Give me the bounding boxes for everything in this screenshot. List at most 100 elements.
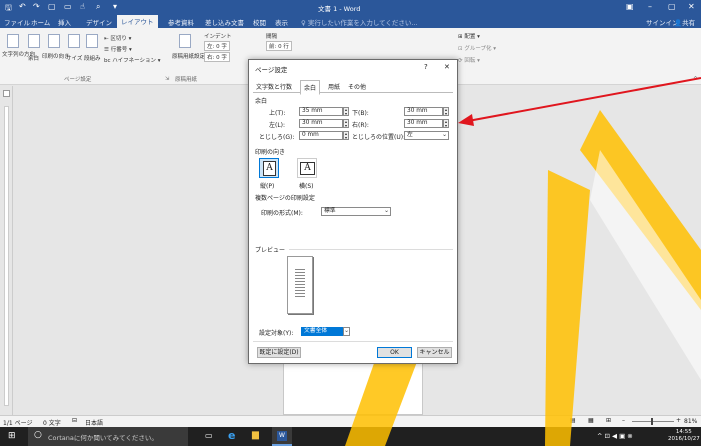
spacing-before-field[interactable]: 前: 0 行 bbox=[266, 41, 292, 51]
top-margin-input[interactable]: 35 mm bbox=[299, 107, 343, 116]
bottom-margin-spinner[interactable]: ▴ ▾ bbox=[443, 107, 449, 116]
columns-icon[interactable] bbox=[86, 34, 98, 48]
dialog-tab-paper[interactable]: 用紙 bbox=[325, 80, 343, 93]
size-icon[interactable] bbox=[68, 34, 80, 48]
minimize-icon[interactable]: – bbox=[648, 2, 652, 11]
tab-design[interactable]: デザイン bbox=[86, 17, 112, 27]
text-direction-icon[interactable] bbox=[7, 34, 19, 48]
tab-insert[interactable]: 挿入 bbox=[58, 17, 71, 27]
manuscript-icon[interactable] bbox=[179, 34, 191, 48]
zoom-thumb[interactable] bbox=[651, 418, 653, 425]
tab-file[interactable]: ファイル bbox=[4, 17, 30, 27]
text-direction-button[interactable]: 文字列の方向 bbox=[2, 52, 35, 59]
edge-icon[interactable]: e bbox=[228, 429, 235, 442]
margins-button[interactable]: 余白 bbox=[28, 54, 39, 62]
language-indicator[interactable]: 日本語 bbox=[85, 418, 103, 427]
dialog-title: ページ設定 bbox=[255, 66, 288, 74]
set-default-button[interactable]: 既定に設定(D) bbox=[257, 347, 301, 358]
indent-left-field[interactable]: 左: 0 字 bbox=[204, 41, 230, 51]
indent-right-field[interactable]: 右: 0 字 bbox=[204, 52, 230, 62]
zoom-in-icon[interactable]: + bbox=[676, 417, 681, 424]
undo-icon[interactable]: ↶ bbox=[19, 2, 26, 11]
tell-me-box[interactable]: ♀ 実行したい作業を入力してください... bbox=[301, 17, 418, 27]
ribbon-options-icon[interactable]: ▣ bbox=[626, 2, 634, 11]
close-window-icon[interactable]: ✕ bbox=[688, 2, 695, 11]
landscape-label: 横(S) bbox=[299, 183, 314, 190]
position-label: 配置 bbox=[464, 34, 476, 40]
windows-start-icon[interactable]: ⊞ bbox=[8, 431, 16, 441]
cortana-search-box[interactable]: ○ Cortanaに何か聞いてみてください。 bbox=[28, 427, 188, 446]
right-margin-spinner[interactable]: ▴ ▾ bbox=[443, 119, 449, 128]
cancel-button[interactable]: キャンセル bbox=[417, 347, 452, 358]
print-layout-icon[interactable]: ▦ bbox=[588, 417, 594, 424]
breaks-button[interactable]: ⇤ 区切り ▾ bbox=[104, 34, 131, 42]
page-count[interactable]: 1/1 ページ bbox=[3, 418, 32, 427]
clock[interactable]: 14:55 2016/10/27 bbox=[668, 429, 700, 443]
top-margin-spinner[interactable]: ▴ ▾ bbox=[343, 107, 349, 116]
tab-selector-icon[interactable] bbox=[3, 90, 10, 97]
preview-page bbox=[287, 256, 313, 314]
spacing-heading: 間隔 bbox=[266, 34, 278, 40]
collapse-ribbon-icon[interactable]: ^ bbox=[693, 76, 698, 83]
share-button[interactable]: 👤共有 bbox=[674, 17, 695, 27]
manuscript-button[interactable]: 原稿用紙設定 bbox=[172, 54, 205, 61]
explorer-icon[interactable]: ▆ bbox=[252, 430, 259, 440]
zoom-slider[interactable] bbox=[632, 421, 674, 422]
tab-review[interactable]: 校閲 bbox=[253, 17, 266, 27]
open-icon[interactable]: ▭ bbox=[64, 2, 72, 11]
print-format-select[interactable]: 標準 ⌄ bbox=[321, 207, 391, 216]
word-count[interactable]: 0 文字 bbox=[43, 418, 61, 427]
hyphenation-button[interactable]: bc ハイフネーション ▾ bbox=[104, 56, 161, 64]
help-icon[interactable]: ? bbox=[424, 63, 428, 71]
left-margin-spinner[interactable]: ▴ ▾ bbox=[343, 119, 349, 128]
apply-to-label: 設定対象(Y): bbox=[259, 330, 294, 337]
dialog-tab-chars-lines[interactable]: 文字数と行数 bbox=[253, 80, 295, 93]
tab-home[interactable]: ホーム bbox=[31, 17, 50, 27]
ok-button[interactable]: OK bbox=[377, 347, 412, 358]
line-numbers-button[interactable]: ☰ 行番号 ▾ bbox=[104, 45, 132, 53]
dialog-tab-margins[interactable]: 余白 bbox=[300, 80, 321, 95]
zoom-level[interactable]: 81% bbox=[684, 418, 697, 425]
rotate-button[interactable]: ⟳ 回転 ▾ bbox=[458, 56, 480, 64]
apply-to-select[interactable]: 文書全体 ⌄ bbox=[301, 327, 350, 336]
task-view-icon[interactable]: ▭ bbox=[205, 431, 213, 440]
bottom-margin-input[interactable]: 30 mm bbox=[404, 107, 443, 116]
orientation-button[interactable]: 印刷の向き bbox=[42, 54, 70, 61]
redo-icon[interactable]: ↷ bbox=[33, 2, 40, 11]
chevron-down-icon: ⌄ bbox=[343, 327, 350, 336]
clock-date: 2016/10/27 bbox=[668, 436, 700, 442]
top-margin-label: 上(T): bbox=[269, 110, 286, 117]
tray-icons[interactable]: ^ ⊡ ◀ ▣ ⊗ bbox=[597, 432, 633, 440]
page-setup-launcher-icon[interactable]: ⇲ bbox=[165, 76, 169, 82]
landscape-button[interactable]: A bbox=[297, 158, 317, 178]
gutter-spinner[interactable]: ▴ ▾ bbox=[343, 131, 349, 140]
tab-references[interactable]: 参考資料 bbox=[168, 17, 194, 27]
tab-mailings[interactable]: 差し込み文書 bbox=[205, 17, 244, 27]
maximize-icon[interactable]: ▢ bbox=[668, 2, 676, 11]
gutter-position-select[interactable]: 左 ⌄ bbox=[404, 131, 449, 140]
left-margin-input[interactable]: 30 mm bbox=[299, 119, 343, 128]
tab-layout[interactable]: レイアウト bbox=[117, 15, 158, 28]
new-doc-icon[interactable]: ▢ bbox=[48, 2, 56, 11]
proofing-icon[interactable]: ⊟ bbox=[72, 417, 77, 424]
touch-mode-icon[interactable]: ☝ bbox=[80, 2, 85, 11]
zoom-out-icon[interactable]: – bbox=[622, 417, 625, 424]
tab-view[interactable]: 表示 bbox=[275, 17, 288, 27]
print-preview-icon[interactable]: ⌕ bbox=[96, 2, 100, 12]
web-layout-icon[interactable]: ⊞ bbox=[606, 417, 611, 424]
columns-button[interactable]: 段組み bbox=[84, 54, 101, 62]
position-button[interactable]: ⊞ 配置 ▾ bbox=[458, 32, 480, 40]
read-mode-icon[interactable]: ▤ bbox=[570, 417, 576, 424]
gutter-input[interactable]: 0 mm bbox=[299, 131, 343, 140]
size-button[interactable]: サイズ bbox=[66, 54, 82, 62]
group-button[interactable]: ⊡ グループ化 ▾ bbox=[458, 44, 496, 52]
close-dialog-icon[interactable]: ✕ bbox=[444, 63, 450, 71]
margins-icon[interactable] bbox=[28, 34, 40, 48]
dialog-tab-other[interactable]: その他 bbox=[345, 80, 369, 93]
orientation-icon[interactable] bbox=[48, 34, 60, 48]
customize-icon[interactable]: ▾ bbox=[113, 2, 117, 11]
right-margin-input[interactable]: 30 mm bbox=[404, 119, 443, 128]
portrait-button[interactable]: A bbox=[259, 158, 279, 178]
print-format-value: 標準 bbox=[324, 208, 336, 214]
word-taskbar-button[interactable]: W bbox=[272, 427, 292, 446]
